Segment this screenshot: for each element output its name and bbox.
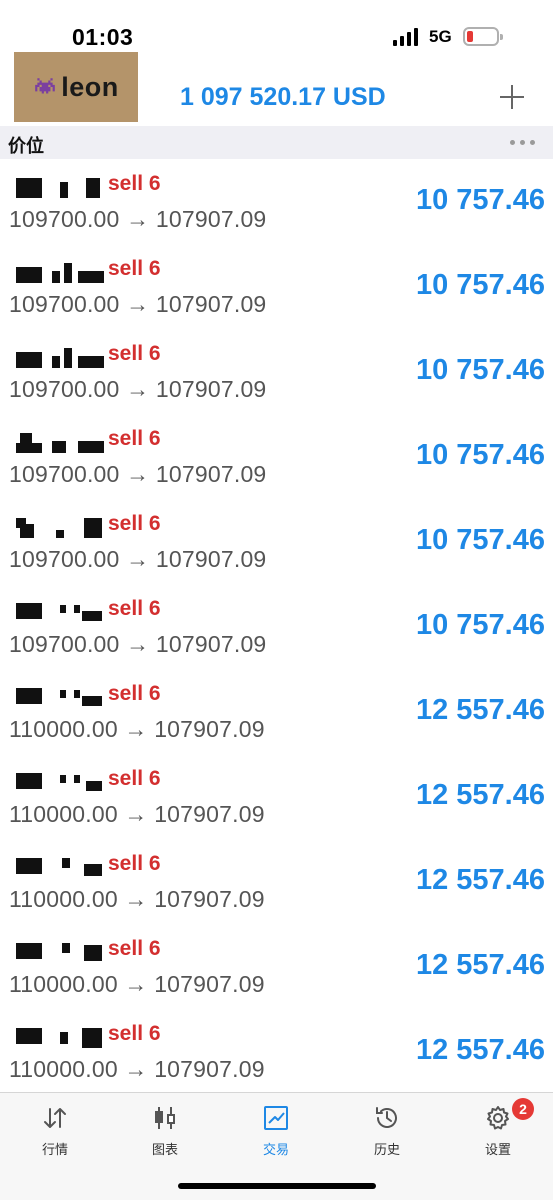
tab-charts[interactable]: 图表 (110, 1093, 220, 1163)
candlestick-chart-icon (155, 1107, 175, 1129)
order-prices: 109700.00 → 107907.09 (9, 461, 267, 487)
order-prices: 110000.00 → 107907.09 (9, 1056, 265, 1082)
order-profit: 12 557.46 (415, 949, 545, 981)
status-bar: 01:03 5G (0, 0, 553, 50)
redacted-symbol (16, 688, 104, 708)
order-row[interactable]: sell 6 110000.00 → 107907.09 12 557.46 (0, 670, 553, 755)
order-profit: 12 557.46 (415, 779, 545, 811)
redacted-symbol (16, 603, 104, 623)
account-logo[interactable]: leon (14, 52, 138, 122)
order-side: sell 6 (108, 257, 161, 280)
order-profit: 10 757.46 (415, 269, 545, 301)
tab-label: 行情 (41, 1142, 68, 1157)
redacted-symbol (16, 178, 104, 198)
order-row[interactable]: sell 6 109700.00 → 107907.09 10 757.46 (0, 160, 553, 245)
settings-gear-icon (487, 1106, 509, 1130)
order-side: sell 6 (108, 1022, 161, 1045)
order-side: sell 6 (108, 767, 161, 790)
order-prices: 110000.00 → 107907.09 (9, 886, 265, 912)
trade-chart-icon (264, 1106, 288, 1130)
redacted-symbol (16, 858, 104, 878)
logo-text: leon (61, 71, 119, 102)
order-prices: 109700.00 → 107907.09 (9, 206, 267, 232)
redacted-symbol (16, 773, 104, 793)
redacted-symbol (16, 943, 104, 963)
account-balance: 1 097 520.17 USD (180, 83, 386, 111)
tab-history[interactable]: 历史 (332, 1093, 442, 1163)
notification-badge: 2 (512, 1098, 534, 1120)
order-side: sell 6 (108, 597, 161, 620)
order-profit: 10 757.46 (415, 184, 545, 216)
plus-icon[interactable] (497, 82, 527, 112)
orders-list: sell 6 109700.00 → 107907.09 10 757.46 sell… (0, 160, 553, 1095)
order-profit: 10 757.46 (415, 354, 545, 386)
tab-label: 图表 (151, 1142, 178, 1157)
order-row[interactable]: sell 6 110000.00 → 107907.09 12 557.46 (0, 840, 553, 925)
order-row[interactable]: sell 6 109700.00 → 107907.09 10 757.46 (0, 500, 553, 585)
order-prices: 110000.00 → 107907.09 (9, 801, 265, 827)
order-profit: 10 757.46 (415, 609, 545, 641)
tab-trade[interactable]: 交易 (221, 1093, 331, 1163)
order-prices: 110000.00 → 107907.09 (9, 716, 265, 742)
order-profit: 12 557.46 (415, 864, 545, 896)
order-prices: 109700.00 → 107907.09 (9, 631, 267, 657)
status-time: 01:03 (72, 24, 134, 50)
tab-settings[interactable]: 2 设置 (443, 1093, 553, 1163)
order-row[interactable]: sell 6 109700.00 → 107907.09 10 757.46 (0, 415, 553, 500)
home-indicator[interactable] (178, 1183, 376, 1189)
order-prices: 110000.00 → 107907.09 (9, 971, 265, 997)
section-title: 价位 (8, 136, 44, 156)
order-profit: 10 757.46 (415, 439, 545, 471)
redacted-symbol (16, 1028, 104, 1048)
order-profit: 10 757.46 (415, 524, 545, 556)
tab-label: 历史 (373, 1142, 400, 1157)
order-side: sell 6 (108, 512, 161, 535)
order-profit: 12 557.46 (415, 694, 545, 726)
order-row[interactable]: sell 6 109700.00 → 107907.09 10 757.46 (0, 330, 553, 415)
order-row[interactable]: sell 6 110000.00 → 107907.09 12 557.46 (0, 1010, 553, 1095)
order-row[interactable]: sell 6 109700.00 → 107907.09 10 757.46 (0, 585, 553, 670)
order-side: sell 6 (108, 427, 161, 450)
order-side: sell 6 (108, 852, 161, 875)
history-clock-icon (376, 1107, 397, 1128)
quotes-arrows-icon (44, 1108, 66, 1128)
tab-quotes[interactable]: 行情 (0, 1093, 110, 1163)
order-prices: 109700.00 → 107907.09 (9, 546, 267, 572)
redacted-symbol (16, 263, 104, 283)
tab-label: 交易 (262, 1142, 289, 1157)
signal-strength-icon (393, 28, 421, 46)
network-type: 5G (429, 27, 452, 46)
battery-icon (463, 27, 503, 46)
order-row[interactable]: sell 6 109700.00 → 107907.09 10 757.46 (0, 245, 553, 330)
order-side: sell 6 (108, 682, 161, 705)
redacted-symbol (16, 348, 104, 368)
tab-label: 设置 (484, 1142, 511, 1157)
more-dots-icon[interactable] (510, 140, 538, 146)
order-profit: 12 557.46 (415, 1034, 545, 1066)
redacted-symbol (16, 433, 104, 453)
order-row[interactable]: sell 6 110000.00 → 107907.09 12 557.46 (0, 755, 553, 840)
order-side: sell 6 (108, 172, 161, 195)
order-prices: 109700.00 → 107907.09 (9, 376, 267, 402)
redacted-symbol (16, 518, 104, 538)
order-prices: 109700.00 → 107907.09 (9, 291, 267, 317)
space-invader-icon (35, 78, 56, 94)
order-side: sell 6 (108, 342, 161, 365)
section-header: 价位 (0, 126, 553, 159)
order-row[interactable]: sell 6 110000.00 → 107907.09 12 557.46 (0, 925, 553, 1010)
order-side: sell 6 (108, 937, 161, 960)
